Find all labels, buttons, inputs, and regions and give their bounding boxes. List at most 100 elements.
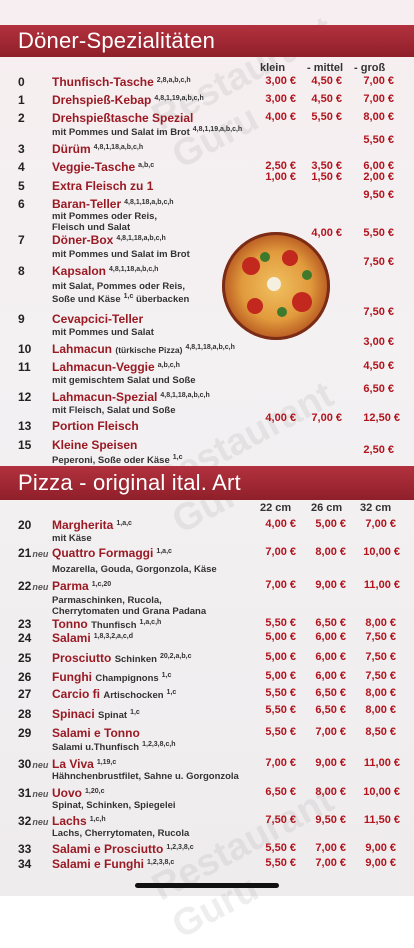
item-name: Prosciutto: [52, 651, 112, 665]
price-22: 5,50 €: [265, 726, 296, 738]
allergen-code: 4,8,1,18,a,b,c,h: [124, 199, 174, 206]
section-title: Pizza - original ital. Art: [18, 470, 241, 495]
allergen-code: a,b,c: [138, 162, 155, 169]
section-header-doener: Döner-Spezialitäten: [0, 25, 414, 57]
allergen-code: 1,c: [161, 672, 172, 679]
section-header-pizza: Pizza - original ital. Art: [0, 466, 414, 500]
menu-item: 21neu Quattro Formaggi 1,a,c 7,00 € 8,00 …: [18, 546, 400, 560]
price-large: 7,50 €: [363, 306, 394, 318]
allergen-code: 1,c: [130, 709, 140, 716]
price-26: 8,00 €: [315, 786, 346, 798]
price-32: 11,50 €: [363, 814, 400, 826]
item-name: Lahmacun-Veggie: [52, 360, 155, 374]
price-22: 7,00 €: [265, 546, 296, 558]
allergen-code: 1,c: [166, 689, 177, 696]
item-description: mit Pommes und Salat: [52, 327, 154, 338]
item-description: mit Pommes oder Reis,: [52, 211, 158, 222]
allergen-code: 4,8,1,18,a,b,c,h: [160, 392, 210, 399]
price-22: 6,50 €: [265, 786, 296, 798]
item-description: mit gemischtem Salat und Soße: [52, 375, 196, 386]
price-large: 3,00 €: [363, 336, 394, 348]
new-badge: neu: [32, 817, 49, 827]
item-name: Portion Fleisch: [52, 419, 139, 433]
pizza-photo: [222, 232, 330, 340]
item-description: Parmaschinken, Rucola,: [52, 595, 162, 606]
price-22: 7,00 €: [265, 579, 296, 591]
price-32: 11,00 €: [363, 757, 400, 769]
price-large: 5,50 €: [363, 134, 394, 146]
menu-item: 9 Cevapcici-Teller 7,50 €: [18, 306, 394, 326]
price-large: 12,50 €: [363, 412, 400, 424]
price-22: 7,00 €: [265, 757, 296, 769]
price-large: 2,50 €: [363, 444, 394, 456]
price-large: 7,50 €: [363, 256, 394, 268]
item-description: mit Käse: [52, 533, 92, 544]
item-name: Lahmacun-Spezial: [52, 390, 158, 404]
item-name: Dürüm: [52, 142, 91, 156]
price-22: 5,00 €: [265, 651, 296, 663]
item-description: Soße und Käse 1,c überbacken: [52, 293, 190, 305]
col-32cm: 32 cm: [360, 502, 392, 514]
price-medium: 4,50 €: [311, 75, 342, 87]
price-22: 5,50 €: [265, 704, 296, 716]
menu-item: 27 Carcio fi Artischocken 1,c 5,50 € 6,50…: [18, 687, 396, 701]
price-small: 3,00 €: [265, 93, 296, 105]
price-26: 6,50 €: [315, 704, 346, 716]
item-name: Lachs: [52, 814, 87, 828]
menu-item: 25 Prosciutto Schinken 20,2,a,b,c 5,00 € …: [18, 651, 396, 665]
allergen-code: 4,8,1,18,a,b,c,h: [109, 266, 159, 273]
price-medium: 4,00 €: [311, 227, 342, 239]
price-32: 7,50 €: [365, 631, 396, 643]
price-22: 5,50 €: [265, 842, 296, 854]
price-32: 8,50 €: [365, 726, 396, 738]
price-26: 9,50 €: [315, 814, 346, 826]
allergen-code: 1,c,20: [91, 581, 112, 588]
allergen-code: 4,8,1,18,a,b,c,h: [185, 344, 235, 351]
section-title: Döner-Spezialitäten: [18, 28, 216, 53]
item-description: mit Pommes und Salat im Brot 4,8,1,19,a,b…: [52, 126, 243, 138]
item-name: Salami e Tonno: [52, 726, 140, 740]
allergen-code: 4,8,1,18,a,b,c,h: [93, 144, 144, 151]
price-large: 7,00 €: [363, 93, 394, 105]
item-name: Lahmacun: [52, 342, 113, 356]
item-name: Drehspieß-Kebap: [52, 93, 152, 107]
menu-item: 2 Drehspießtasche Spezial 4,00 € 5,50 € …: [18, 111, 394, 125]
price-22: 5,00 €: [265, 670, 296, 682]
menu-item: 22neu Parma 1,c,20 7,00 € 9,00 € 11,00 €: [18, 579, 400, 593]
price-large: 2,00 €: [363, 171, 394, 183]
menu-item: 0 Thunfisch-Tasche 2,8,a,b,c,h 3,00 € 4,5…: [18, 75, 394, 89]
price-26: 7,00 €: [315, 842, 346, 854]
item-name: Kleine Speisen: [52, 438, 138, 452]
item-description: Salami u.Thunfisch 1,2,3,8,c,h: [52, 741, 176, 753]
item-description: mit Salat, Pommes oder Reis,: [52, 281, 186, 292]
menu-item: 3 Dürüm 4,8,1,18,a,b,c,h 5,50 €: [18, 134, 394, 156]
price-26: 6,00 €: [315, 670, 346, 682]
item-description: Cherrytomaten und Grana Padana: [52, 606, 207, 617]
price-22: 5,50 €: [265, 687, 296, 699]
price-large: 7,00 €: [363, 75, 394, 87]
item-description: Mozarella, Gouda, Gorgonzola, Käse: [52, 564, 217, 575]
item-name: Extra Fleisch zu 1: [52, 179, 154, 193]
item-name: Veggie-Tasche: [52, 160, 136, 174]
price-32: 8,00 €: [365, 617, 396, 629]
price-large: 9,50 €: [363, 189, 394, 201]
item-description: mit Fleisch, Salat und Soße: [52, 405, 176, 416]
menu-item: 33 Salami e Prosciutto 1,2,3,8,c 5,50 € 7…: [18, 842, 396, 856]
price-large: 4,50 €: [363, 360, 394, 372]
menu-item: 24 Salami 1,8,3,2,a,c,d 5,00 € 6,00 € 7,5…: [18, 631, 396, 645]
allergen-code: 2,8,a,b,c,h: [156, 77, 191, 84]
price-medium: 5,50 €: [311, 111, 342, 123]
new-badge: neu: [32, 582, 49, 592]
menu-item: 11 Lahmacun-Veggie a,b,c,h 4,50 €: [18, 360, 394, 374]
new-badge: neu: [32, 789, 49, 799]
col-mittel: - mittel: [307, 62, 344, 74]
menu-item: 28 Spinaci Spinat 1,c 5,50 € 6,50 € 8,00 …: [18, 704, 396, 721]
item-name: Spinaci: [52, 707, 95, 721]
item-description: mit Pommes und Salat im Brot: [52, 249, 190, 260]
allergen-code: 1,c,h: [89, 816, 106, 823]
allergen-code: 1,19,c: [96, 759, 117, 766]
menu-item: 13 Portion Fleisch 4,00 € 7,00 € 12,50 €: [18, 412, 400, 433]
menu-item: 15 Kleine Speisen 2,50 €: [18, 438, 394, 456]
home-indicator[interactable]: [135, 883, 279, 888]
price-32: 7,50 €: [365, 670, 396, 682]
